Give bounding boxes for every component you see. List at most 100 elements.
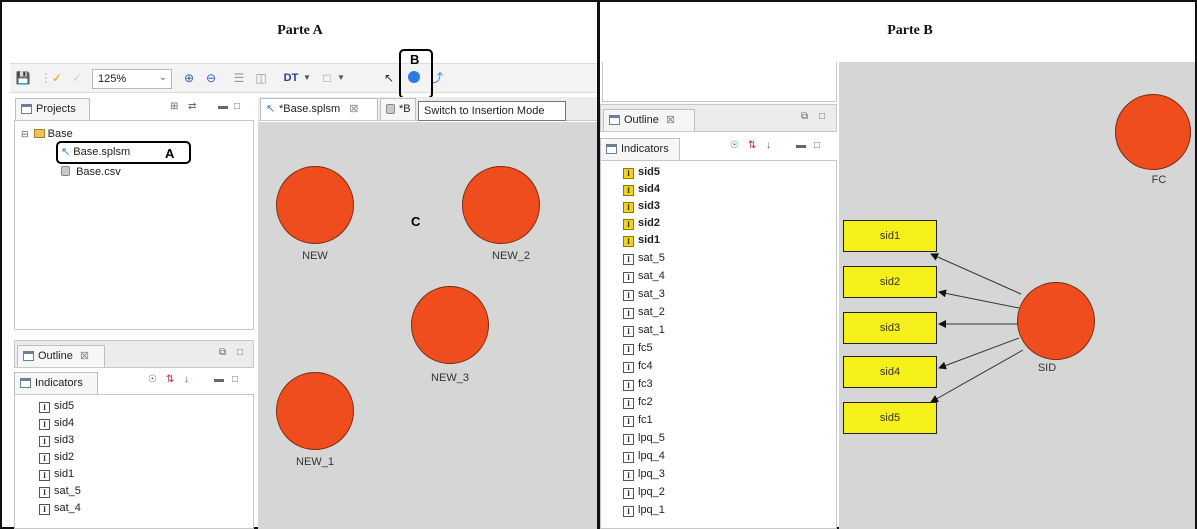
page-chevron-icon[interactable]: ▼: [336, 69, 346, 87]
minimize-icon[interactable]: ▬: [796, 140, 806, 151]
outline-bar-b: Outline ⊠ ⧉ □: [600, 104, 837, 132]
indicator-icon: I: [39, 487, 50, 498]
indicator-item[interactable]: Ifc1: [623, 413, 653, 428]
indicator-item[interactable]: Ilpq_4: [623, 449, 665, 464]
restore-icon[interactable]: ⧉: [801, 111, 808, 122]
indicator-box-sid3[interactable]: sid3: [843, 312, 937, 344]
indicator-item[interactable]: Ifc5: [623, 341, 653, 356]
model-canvas[interactable]: C NEW NEW_2 NEW_3 NEW_1: [258, 122, 598, 529]
select-pointer-icon[interactable]: ↖: [380, 69, 398, 87]
link-editor-icon[interactable]: ⇄: [188, 101, 196, 112]
tab-editor-b[interactable]: *B: [380, 98, 416, 120]
maximize-icon[interactable]: □: [237, 347, 243, 358]
indicator-item[interactable]: Ifc2: [623, 395, 653, 410]
sort-az-icon[interactable]: ⇅: [748, 140, 756, 151]
model-canvas-b[interactable]: FC SID sid1 sid2 sid3 sid4 sid5: [839, 62, 1195, 529]
collapse-all-icon[interactable]: ⊞: [170, 101, 178, 112]
indicator-item[interactable]: Isid3: [39, 433, 74, 448]
filter-icon[interactable]: ☉: [730, 140, 739, 151]
indicator-item[interactable]: Isat_2: [623, 305, 665, 320]
zoom-select[interactable]: 125% ⌄: [92, 69, 172, 89]
tree-item-project[interactable]: ⊟ Base: [21, 127, 73, 142]
indicator-box-sid4[interactable]: sid4: [843, 356, 937, 388]
save-icon[interactable]: 💾: [14, 69, 32, 87]
minimize-icon[interactable]: ▬: [214, 374, 224, 385]
sort-down-icon[interactable]: ↓: [766, 140, 771, 151]
indicator-item[interactable]: Isid5: [39, 399, 74, 414]
close-icon[interactable]: ⊠: [80, 350, 89, 362]
indicator-item[interactable]: Isid5: [623, 165, 660, 180]
chevron-down-icon: ⌄: [158, 72, 167, 83]
columns-icon[interactable]: ◫: [252, 69, 270, 87]
indicator-item[interactable]: Isat_3: [623, 287, 665, 302]
indicator-item[interactable]: Isid1: [623, 233, 660, 248]
latent-node-new-3[interactable]: [411, 286, 489, 364]
indicator-item[interactable]: Ilpq_5: [623, 431, 665, 446]
latent-node-new-2[interactable]: [462, 166, 540, 244]
indicator-icon: I: [623, 236, 634, 247]
sort-down-icon[interactable]: ↓: [184, 374, 189, 385]
latent-node-fc[interactable]: [1115, 94, 1191, 170]
minimize-icon[interactable]: ▬: [218, 101, 228, 112]
tab-projects[interactable]: Projects: [15, 98, 90, 120]
tab-indicators[interactable]: Indicators: [14, 372, 98, 394]
tab-outline[interactable]: Outline ⊠: [17, 345, 105, 367]
check-disabled-icon[interactable]: ✓: [68, 69, 86, 87]
indicator-box-sid5[interactable]: sid5: [843, 402, 937, 434]
view-icon: [20, 378, 31, 388]
indicator-item[interactable]: Isid4: [623, 182, 660, 197]
indicator-item[interactable]: Isat_5: [39, 484, 81, 499]
indicator-label: lpq_5: [638, 432, 665, 444]
tree-item-file[interactable]: Base.csv: [61, 165, 121, 180]
arrow-sid-sid4: [938, 337, 1020, 370]
sort-az-icon[interactable]: ⇅: [166, 374, 174, 385]
indicator-item[interactable]: Isid2: [623, 216, 660, 231]
arrow-sid-sid5: [930, 349, 1024, 403]
indicator-item[interactable]: Isat_4: [39, 501, 81, 516]
latent-node-new-1[interactable]: [276, 372, 354, 450]
indicator-item[interactable]: Ilpq_1: [623, 503, 665, 518]
indicator-box-sid2[interactable]: sid2: [843, 266, 937, 298]
tab-indicators[interactable]: Indicators: [600, 138, 680, 160]
indicator-item[interactable]: Ifc4: [623, 359, 653, 374]
tree-item-label: Base.csv: [76, 166, 121, 178]
latent-node-new[interactable]: [276, 166, 354, 244]
latent-node-sid[interactable]: [1017, 282, 1095, 360]
tab-editor-base-splsm[interactable]: ↖ *Base.splsm ⊠: [260, 98, 378, 120]
indicator-label: sat_5: [54, 485, 81, 497]
tab-projects-label: Projects: [36, 103, 76, 115]
indicator-label: sat_2: [638, 306, 665, 318]
zoom-in-icon[interactable]: ⊕: [180, 69, 198, 87]
zoom-out-icon[interactable]: ⊖: [202, 69, 220, 87]
maximize-icon[interactable]: □: [819, 111, 825, 122]
indicator-item[interactable]: Isid4: [39, 416, 74, 431]
node-label: NEW_3: [431, 372, 469, 384]
tab-outline[interactable]: Outline ⊠: [603, 109, 695, 131]
page-icon[interactable]: □: [318, 69, 336, 87]
indicator-item[interactable]: Isat_5: [623, 251, 665, 266]
check-icon[interactable]: ✓: [48, 69, 66, 87]
dt-menu-button[interactable]: DT: [280, 69, 302, 87]
indicator-item[interactable]: Isid2: [39, 450, 74, 465]
maximize-icon[interactable]: □: [234, 101, 240, 112]
maximize-icon[interactable]: □: [814, 140, 820, 151]
list-icon[interactable]: ☰: [230, 69, 248, 87]
indicator-item[interactable]: Isat_4: [623, 269, 665, 284]
close-icon[interactable]: ⊠: [349, 103, 358, 115]
indicator-box-sid1[interactable]: sid1: [843, 220, 937, 252]
indicator-item[interactable]: Isid3: [623, 199, 660, 214]
indicator-icon: I: [39, 470, 50, 481]
indicator-item[interactable]: Isid1: [39, 467, 74, 482]
model-file-icon: ↖: [266, 103, 276, 115]
close-icon[interactable]: ⊠: [666, 114, 675, 126]
filter-icon[interactable]: ☉: [148, 374, 157, 385]
indicator-item[interactable]: Isat_1: [623, 323, 665, 338]
maximize-icon[interactable]: □: [232, 374, 238, 385]
restore-icon[interactable]: ⧉: [219, 347, 226, 358]
outline-bar: Outline ⊠ ⧉ □: [14, 340, 254, 368]
indicator-item[interactable]: Ilpq_3: [623, 467, 665, 482]
dt-chevron-icon[interactable]: ▼: [302, 69, 312, 87]
indicator-label: sid1: [638, 234, 661, 246]
indicator-item[interactable]: Ifc3: [623, 377, 653, 392]
indicator-item[interactable]: Ilpq_2: [623, 485, 665, 500]
